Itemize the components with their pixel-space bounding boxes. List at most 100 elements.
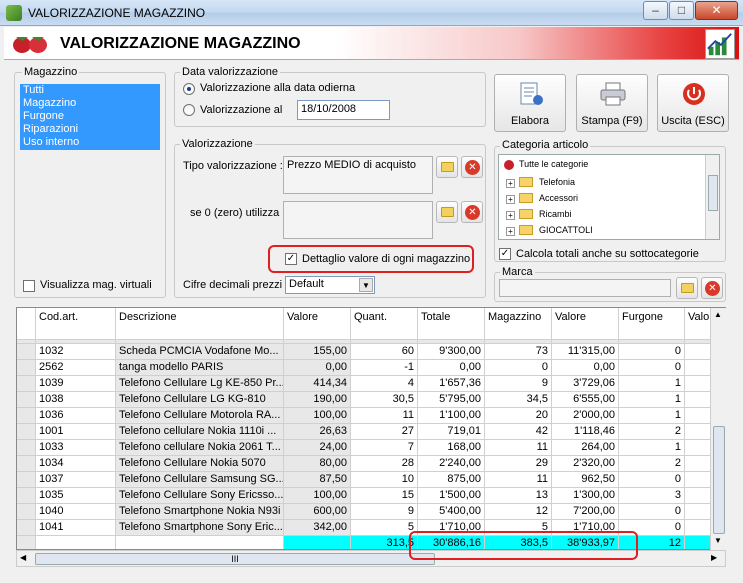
table-cell: 1'118,46 bbox=[552, 424, 619, 440]
marca-browse-button[interactable] bbox=[676, 277, 698, 299]
valorizzazione-label: Valorizzazione bbox=[180, 138, 255, 150]
table-cell: 264,00 bbox=[552, 440, 619, 456]
vertical-scrollbar[interactable]: ▲ ▼ bbox=[710, 308, 727, 550]
column-header: Descrizione bbox=[116, 308, 284, 340]
stampa-button[interactable]: Stampa (F9) bbox=[576, 74, 648, 132]
tree-root[interactable]: Tutte le categorie bbox=[519, 157, 589, 171]
vertical-scrollbar-thumb[interactable] bbox=[713, 426, 725, 534]
virtual-warehouses-checkbox[interactable] bbox=[23, 280, 35, 292]
calcola-totali-label: Calcola totali anche su sottocategorie bbox=[516, 248, 699, 260]
tipo-valorizzazione-field[interactable]: Prezzo MEDIO di acquisto bbox=[283, 156, 433, 194]
expand-icon[interactable]: + bbox=[506, 211, 515, 220]
list-item[interactable]: Riparazioni bbox=[20, 123, 160, 136]
calcola-totali-checkbox[interactable]: ✓ bbox=[499, 248, 511, 260]
tree-item[interactable]: Ricambi bbox=[539, 207, 572, 221]
row-indicator bbox=[17, 520, 36, 536]
folder-icon bbox=[441, 207, 454, 217]
close-icon: ✕ bbox=[465, 205, 480, 220]
table-cell: Telefono Smartphone Sony Eric... bbox=[116, 520, 284, 536]
tipo-browse-button[interactable] bbox=[436, 156, 458, 178]
table-cell: 1035 bbox=[36, 488, 116, 504]
total-cell bbox=[36, 536, 116, 549]
zero-clear-button[interactable]: ✕ bbox=[461, 201, 483, 223]
row-indicator bbox=[17, 344, 36, 360]
elabora-button[interactable]: Elabora bbox=[494, 74, 566, 132]
table-cell: 34,5 bbox=[485, 392, 552, 408]
power-icon bbox=[683, 83, 705, 105]
table-cell: 1 bbox=[619, 392, 685, 408]
row-indicator bbox=[17, 472, 36, 488]
table-cell: Telefono Cellulare Sony Ericsso... bbox=[116, 488, 284, 504]
cifre-decimali-select[interactable]: Default ▼ bbox=[285, 276, 375, 294]
tree-item[interactable]: Telefonia bbox=[539, 175, 575, 189]
table-cell: 4 bbox=[351, 376, 418, 392]
table-cell: 1041 bbox=[36, 520, 116, 536]
date-input[interactable]: 18/10/2008 bbox=[297, 100, 390, 120]
zero-utilizza-field[interactable] bbox=[283, 201, 433, 239]
marca-field[interactable] bbox=[499, 279, 671, 297]
close-button[interactable]: ✕ bbox=[695, 1, 738, 20]
table-cell: 5 bbox=[351, 520, 418, 536]
table-cell: Telefono Cellulare Nokia 5070 bbox=[116, 456, 284, 472]
table-cell: 1 bbox=[619, 408, 685, 424]
cifre-decimali-value: Default bbox=[289, 278, 324, 290]
results-grid[interactable]: Cod.art. Descrizione Valore Quant. Totale Mag… bbox=[16, 307, 726, 550]
table-cell: 73 bbox=[485, 344, 552, 360]
tipo-clear-button[interactable]: ✕ bbox=[461, 156, 483, 178]
folder-icon bbox=[519, 209, 533, 219]
scroll-down-icon[interactable]: ▼ bbox=[714, 536, 722, 545]
tree-scrollbar[interactable] bbox=[705, 155, 719, 239]
today-radio[interactable] bbox=[183, 83, 195, 95]
scroll-right-icon[interactable]: ▶ bbox=[711, 553, 717, 562]
banner-title: VALORIZZAZIONE MAGAZZINO bbox=[60, 35, 301, 52]
marca-clear-button[interactable]: ✕ bbox=[701, 277, 723, 299]
column-header: Totale bbox=[418, 308, 485, 340]
expand-icon[interactable]: + bbox=[506, 179, 515, 188]
zero-browse-button[interactable] bbox=[436, 201, 458, 223]
chevron-down-icon[interactable]: ▼ bbox=[359, 278, 373, 292]
folder-icon bbox=[681, 283, 694, 293]
table-cell: 20 bbox=[485, 408, 552, 424]
tree-item[interactable]: Accessori bbox=[539, 191, 578, 205]
total-quant: 313,5 bbox=[351, 536, 418, 549]
table-cell: 29 bbox=[485, 456, 552, 472]
table-cell: 0,00 bbox=[552, 360, 619, 376]
table-cell: 2'320,00 bbox=[552, 456, 619, 472]
column-header: Magazzino bbox=[485, 308, 552, 340]
minimize-button[interactable]: – bbox=[643, 1, 668, 20]
magazzino-list[interactable]: Tutti Magazzino Furgone Riparazioni Uso … bbox=[20, 84, 160, 150]
window-titlebar[interactable]: VALORIZZAZIONE MAGAZZINO – □ ✕ bbox=[0, 0, 743, 26]
table-cell: 11 bbox=[485, 472, 552, 488]
window-title: VALORIZZAZIONE MAGAZZINO bbox=[28, 6, 206, 20]
scroll-left-icon[interactable]: ◀ bbox=[20, 553, 26, 562]
table-cell: 1038 bbox=[36, 392, 116, 408]
list-item[interactable]: Tutti bbox=[20, 84, 160, 97]
tree-scrollbar-thumb[interactable] bbox=[708, 175, 718, 211]
table-cell: 414,34 bbox=[284, 376, 351, 392]
table-cell: 9 bbox=[485, 376, 552, 392]
table-cell: Telefono Cellulare Lg KE-850 Pr... bbox=[116, 376, 284, 392]
document-process-icon bbox=[520, 82, 543, 105]
expand-icon[interactable]: + bbox=[506, 227, 515, 236]
maximize-button[interactable]: □ bbox=[669, 1, 694, 20]
scroll-up-icon[interactable]: ▲ bbox=[714, 310, 722, 319]
list-item[interactable]: Furgone bbox=[20, 110, 160, 123]
row-indicator bbox=[17, 488, 36, 504]
horizontal-scrollbar-thumb[interactable]: III bbox=[35, 553, 435, 565]
expand-icon[interactable]: + bbox=[506, 195, 515, 204]
chart-icon bbox=[705, 29, 735, 59]
today-radio-label: Valorizzazione alla data odierna bbox=[200, 82, 356, 94]
list-item[interactable]: Uso interno bbox=[20, 136, 160, 149]
uscita-button[interactable]: Uscita (ESC) bbox=[657, 74, 729, 132]
table-cell: 27 bbox=[351, 424, 418, 440]
table-cell: 1033 bbox=[36, 440, 116, 456]
tree-item[interactable]: GIOCATTOLI bbox=[539, 223, 593, 237]
zero-utilizza-label: se 0 (zero) utilizza : bbox=[190, 207, 286, 219]
date-radio[interactable] bbox=[183, 104, 195, 116]
categoria-tree[interactable]: Tutte le categorie + Telefonia + Accesso… bbox=[498, 154, 720, 240]
table-cell: 1'300,00 bbox=[552, 488, 619, 504]
list-item[interactable]: Magazzino bbox=[20, 97, 160, 110]
uscita-label: Uscita (ESC) bbox=[661, 115, 725, 127]
table-cell: 875,00 bbox=[418, 472, 485, 488]
table-cell: 2562 bbox=[36, 360, 116, 376]
